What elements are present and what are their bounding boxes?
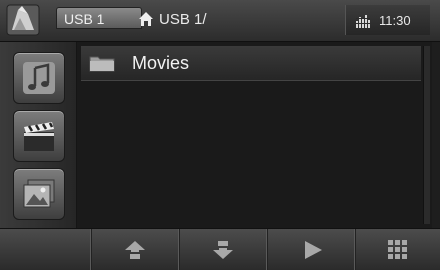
clapperboard-icon	[24, 122, 54, 151]
photo-icon	[23, 179, 55, 208]
source-tab[interactable]: USB 1	[56, 7, 142, 29]
home-icon[interactable]	[138, 11, 154, 27]
equalizer-icon[interactable]	[356, 15, 372, 28]
folder-icon	[89, 56, 115, 72]
play-icon	[305, 241, 322, 259]
grid-menu-icon	[388, 240, 407, 259]
file-list: Movies	[77, 42, 432, 228]
media-player-screen: USB 1 USB 1/ 11:30 Movies	[0, 0, 440, 270]
source-label: USB 1	[64, 11, 105, 27]
source-sidebar	[0, 42, 77, 228]
current-path: USB 1/	[159, 11, 207, 28]
list-item[interactable]: Movies	[81, 46, 421, 81]
list-scrollbar[interactable]	[423, 46, 430, 224]
music-note-icon	[23, 62, 55, 94]
home-logo-icon[interactable]	[6, 4, 40, 36]
list-item-label: Movies	[132, 53, 190, 73]
video-button[interactable]	[13, 110, 65, 162]
toolbar-blank-button[interactable]	[0, 229, 92, 270]
scroll-up-button[interactable]	[91, 229, 180, 270]
top-status-bar: USB 1 USB 1/ 11:30	[0, 0, 440, 42]
scroll-down-button[interactable]	[179, 229, 268, 270]
bottom-toolbar	[0, 228, 440, 270]
photo-button[interactable]	[13, 168, 65, 220]
arrow-up-icon	[125, 241, 145, 259]
status-area: 11:30	[345, 5, 430, 35]
play-button[interactable]	[267, 229, 356, 270]
menu-button[interactable]	[355, 229, 440, 270]
clock: 11:30	[379, 13, 411, 28]
arrow-down-icon	[213, 241, 233, 259]
music-button[interactable]	[13, 52, 65, 104]
